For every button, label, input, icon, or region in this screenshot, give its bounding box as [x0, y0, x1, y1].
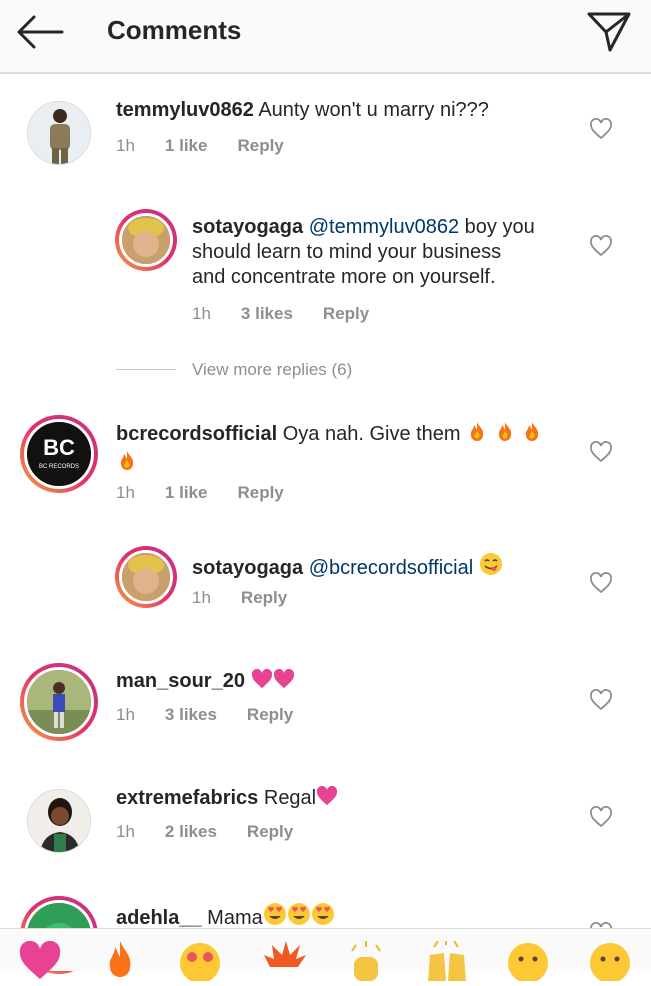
- comment-time: 1h: [116, 705, 135, 724]
- heart-emoji-icon[interactable]: [18, 940, 62, 981]
- comment-meta: 1h 2 likes Reply: [116, 822, 323, 842]
- reply-button[interactable]: Reply: [237, 483, 283, 502]
- comment-text: man_sour_20: [116, 668, 576, 696]
- explosion-emoji-icon[interactable]: [262, 941, 306, 981]
- comment-body: Oya nah. Give them: [277, 423, 461, 445]
- comment-likes[interactable]: 1 like: [165, 483, 208, 502]
- comment-likes[interactable]: 3 likes: [241, 304, 293, 323]
- page-title: Comments: [107, 15, 242, 45]
- comment-meta: 1h 3 likes Reply: [116, 705, 323, 725]
- comment-likes[interactable]: 2 likes: [165, 822, 217, 841]
- comment-text: extremefabrics Regal: [116, 785, 576, 813]
- comment-username[interactable]: temmyluv0862: [116, 99, 254, 121]
- reply-button[interactable]: Reply: [247, 705, 293, 724]
- comment-username[interactable]: bcrecordsofficial: [116, 423, 277, 445]
- comment-meta: 1h 1 like Reply: [116, 483, 314, 503]
- avatar[interactable]: [20, 663, 98, 741]
- comment-username[interactable]: sotayogaga: [192, 216, 303, 238]
- fire-emoji-icon: [116, 449, 138, 478]
- comment-text: temmyluv0862 Aunty won't u marry ni???: [116, 98, 576, 123]
- pink-heart-emoji-icon: [316, 785, 338, 813]
- comment-time: 1h: [116, 136, 135, 155]
- comment-time: 1h: [192, 588, 211, 607]
- reply-button[interactable]: Reply: [237, 136, 283, 155]
- avatar[interactable]: [115, 209, 177, 271]
- back-arrow-icon[interactable]: [14, 12, 66, 52]
- mention-link[interactable]: @bcrecordsofficial: [309, 557, 473, 579]
- comment-body: Regal: [258, 787, 317, 809]
- comment-body: boy you: [459, 216, 535, 238]
- reply-button[interactable]: Reply: [247, 822, 293, 841]
- fire-emoji-icon[interactable]: [98, 941, 142, 981]
- emoji-quick-bar: [0, 928, 651, 983]
- divider-line: [116, 369, 176, 370]
- like-heart-icon[interactable]: [589, 235, 613, 257]
- comment-body-line: should learn to mind your business: [192, 241, 502, 263]
- avatar[interactable]: [27, 789, 91, 853]
- grin-emoji-icon[interactable]: [588, 941, 632, 983]
- comment-body: Aunty won't u marry ni???: [253, 99, 489, 121]
- like-heart-icon[interactable]: [589, 806, 613, 828]
- view-more-replies-label[interactable]: View more replies (6): [192, 360, 352, 380]
- yum-emoji-icon: [479, 552, 503, 583]
- comment-time: 1h: [192, 304, 211, 323]
- raised-hands-emoji-icon[interactable]: [424, 940, 468, 981]
- avatar[interactable]: BC BC RECORDS: [20, 415, 98, 493]
- like-heart-icon[interactable]: [589, 689, 613, 711]
- avatar-logo-text: BC RECORDS: [39, 464, 79, 470]
- comment-body: Mama: [201, 907, 263, 929]
- comment-time: 1h: [116, 483, 135, 502]
- svg-text:BC: BC: [43, 435, 75, 460]
- header-bar: Comments: [0, 0, 651, 74]
- comment-likes[interactable]: 3 likes: [165, 705, 217, 724]
- comment-text: bcrecordsofficial Oya nah. Give them: [116, 420, 576, 478]
- comment-text: sotayogaga @bcrecordsofficial: [192, 552, 572, 583]
- reply-button[interactable]: Reply: [241, 588, 287, 607]
- like-heart-icon[interactable]: [589, 441, 613, 463]
- reply-button[interactable]: Reply: [323, 304, 369, 323]
- comment-username[interactable]: extremefabrics: [116, 787, 258, 809]
- comment-meta: 1h 3 likes Reply: [192, 304, 399, 324]
- fire-emoji-icon: [521, 420, 543, 449]
- comment-body-line: and concentrate more on yourself.: [192, 266, 496, 288]
- comment-time: 1h: [116, 822, 135, 841]
- pink-heart-emoji-icon: [273, 668, 295, 696]
- mention-link[interactable]: @temmyluv0862: [309, 216, 459, 238]
- comment-meta: 1h Reply: [192, 588, 317, 608]
- comment-meta: 1h 1 like Reply: [116, 136, 314, 156]
- comment-username[interactable]: sotayogaga: [192, 557, 303, 579]
- comment-text: sotayogaga @temmyluv0862 boy you should …: [192, 215, 572, 290]
- avatar[interactable]: [27, 101, 91, 165]
- comment-username[interactable]: adehla__: [116, 907, 202, 929]
- like-heart-icon[interactable]: [589, 572, 613, 594]
- fire-emoji-icon: [466, 420, 488, 449]
- heart-eyes-emoji-icon[interactable]: [178, 941, 222, 983]
- like-heart-icon[interactable]: [589, 118, 613, 140]
- comment-username[interactable]: man_sour_20: [116, 670, 245, 692]
- clapping-emoji-icon[interactable]: [344, 941, 388, 981]
- avatar[interactable]: [115, 546, 177, 608]
- smiley-emoji-icon[interactable]: [506, 941, 550, 983]
- comment-likes[interactable]: 1 like: [165, 136, 208, 155]
- fire-emoji-icon: [494, 420, 516, 449]
- pink-heart-emoji-icon: [251, 668, 273, 696]
- send-icon[interactable]: [584, 8, 634, 54]
